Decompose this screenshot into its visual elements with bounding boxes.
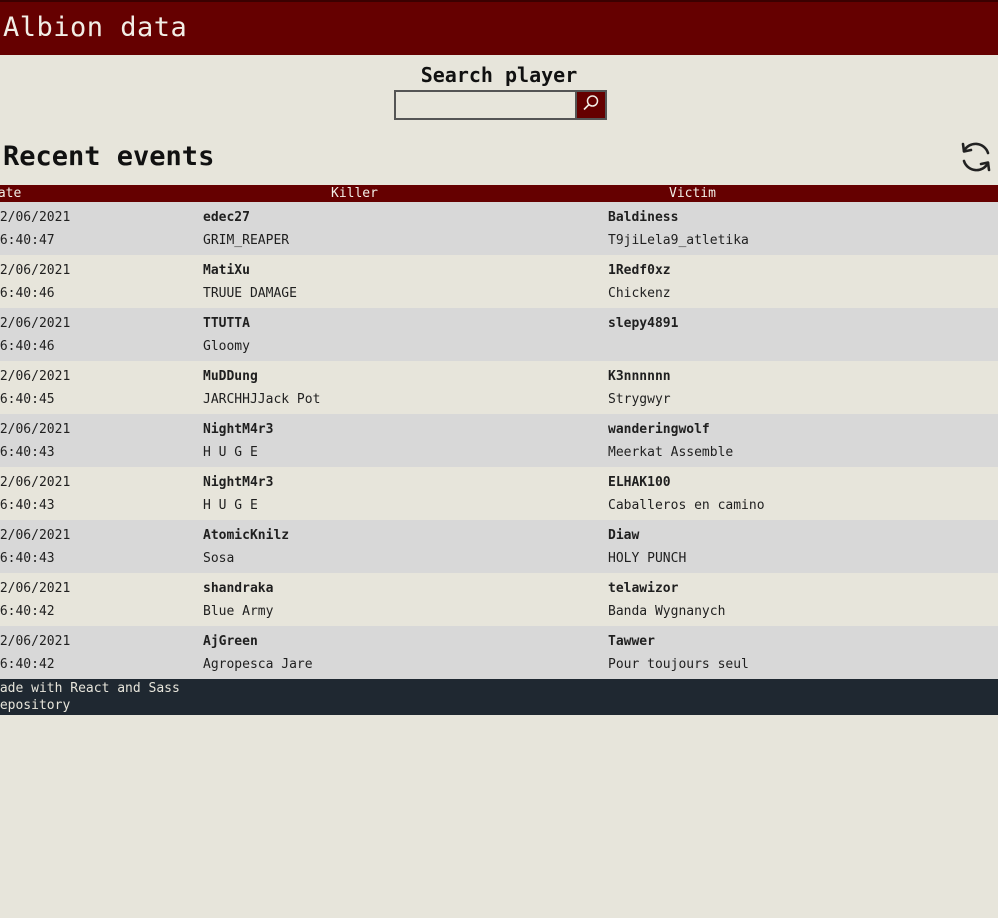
killer-guild: TRUUE DAMAGE [203,286,297,301]
event-time: 16:40:43 [0,551,55,566]
table-header: Date Killer Victim [0,185,998,202]
recent-events-title: Recent events [3,141,215,172]
footer: Made with React and Sass Repository [0,679,998,715]
refresh-button[interactable] [958,139,994,175]
victim-guild: Banda Wygnanych [608,604,726,619]
search-label: Search player [420,63,578,87]
event-time: 16:40:46 [0,286,55,301]
event-time: 16:40:47 [0,233,55,248]
victim-guild: Chickenz [608,286,671,301]
search-box [394,90,607,120]
victim-guild: HOLY PUNCH [608,551,687,566]
event-date: 22/06/2021 [0,475,71,490]
header-killer: Killer [331,186,378,201]
event-time: 16:40:43 [0,498,55,513]
killer-name[interactable]: AjGreen [203,634,258,649]
victim-name[interactable]: slepy4891 [608,316,678,331]
killer-guild: GRIM_REAPER [203,233,290,248]
header-victim: Victim [669,186,716,201]
victim-name[interactable]: K3nnnnnn [608,369,671,384]
footer-repository-link[interactable]: Repository [0,698,70,713]
event-time: 16:40:46 [0,339,55,354]
killer-guild: Agropesca Jare [203,657,313,672]
search-icon [582,94,600,116]
killer-name[interactable]: edec27 [203,210,250,225]
victim-name[interactable]: wanderingwolf [608,422,710,437]
event-date: 22/06/2021 [0,581,71,596]
table-row: 22/06/2021 16:40:43 AtomicKnilz Sosa Dia… [0,520,998,573]
table-row: 22/06/2021 16:40:45 MuDDung JARCHHJJack … [0,361,998,414]
killer-name[interactable]: TTUTTA [203,316,250,331]
app-title: Albion data [3,12,188,43]
event-date: 22/06/2021 [0,422,71,437]
table-row: 22/06/2021 16:40:43 NightM4r3 H U G E wa… [0,414,998,467]
killer-guild: H U G E [203,498,258,513]
killer-guild: Gloomy [203,339,250,354]
killer-name[interactable]: AtomicKnilz [203,528,289,543]
event-time: 16:40:45 [0,392,55,407]
victim-name[interactable]: 1Redf0xz [608,263,671,278]
killer-guild: JARCHHJJack Pot [203,392,321,407]
victim-name[interactable]: Diaw [608,528,639,543]
footer-made-with: Made with React and Sass [0,681,180,696]
table-row: 22/06/2021 16:40:42 shandraka Blue Army … [0,573,998,626]
event-date: 22/06/2021 [0,263,71,278]
killer-guild: Sosa [203,551,235,566]
table-row: 22/06/2021 16:40:42 AjGreen Agropesca Ja… [0,626,998,679]
killer-name[interactable]: MuDDung [203,369,258,384]
event-time: 16:40:42 [0,657,55,672]
event-date: 22/06/2021 [0,210,71,225]
killer-name[interactable]: NightM4r3 [203,422,273,437]
search-button[interactable] [577,90,607,120]
victim-guild: Pour toujours seul [608,657,749,672]
killer-name[interactable]: shandraka [203,581,273,596]
table-row: 22/06/2021 16:40:46 MatiXu TRUUE DAMAGE … [0,255,998,308]
victim-guild: Strygwyr [608,392,671,407]
victim-name[interactable]: Baldiness [608,210,678,225]
event-date: 22/06/2021 [0,634,71,649]
table-row: 22/06/2021 16:40:43 NightM4r3 H U G E EL… [0,467,998,520]
killer-guild: Blue Army [203,604,274,619]
victim-guild: T9jiLela9_atletika [608,233,749,248]
table-row: 22/06/2021 16:40:47 edec27 GRIM_REAPER B… [0,202,998,255]
event-date: 22/06/2021 [0,316,71,331]
event-time: 16:40:43 [0,445,55,460]
refresh-icon [958,142,994,179]
event-date: 22/06/2021 [0,528,71,543]
victim-guild: Meerkat Assemble [608,445,734,460]
victim-name[interactable]: ELHAK100 [608,475,671,490]
header-date: Date [0,186,22,201]
victim-name[interactable]: Tawwer [608,634,655,649]
events-table: Date Killer Victim 22/06/2021 16:40:47 e… [0,185,998,679]
top-bar: Albion data [0,0,998,55]
victim-guild: Caballeros en camino [608,498,765,513]
table-row: 22/06/2021 16:40:46 TTUTTA Gloomy slepy4… [0,308,998,361]
event-time: 16:40:42 [0,604,55,619]
victim-name[interactable]: telawizor [608,581,678,596]
event-date: 22/06/2021 [0,369,71,384]
search-input[interactable] [394,90,577,120]
killer-guild: H U G E [203,445,258,460]
killer-name[interactable]: NightM4r3 [203,475,273,490]
killer-name[interactable]: MatiXu [203,263,250,278]
